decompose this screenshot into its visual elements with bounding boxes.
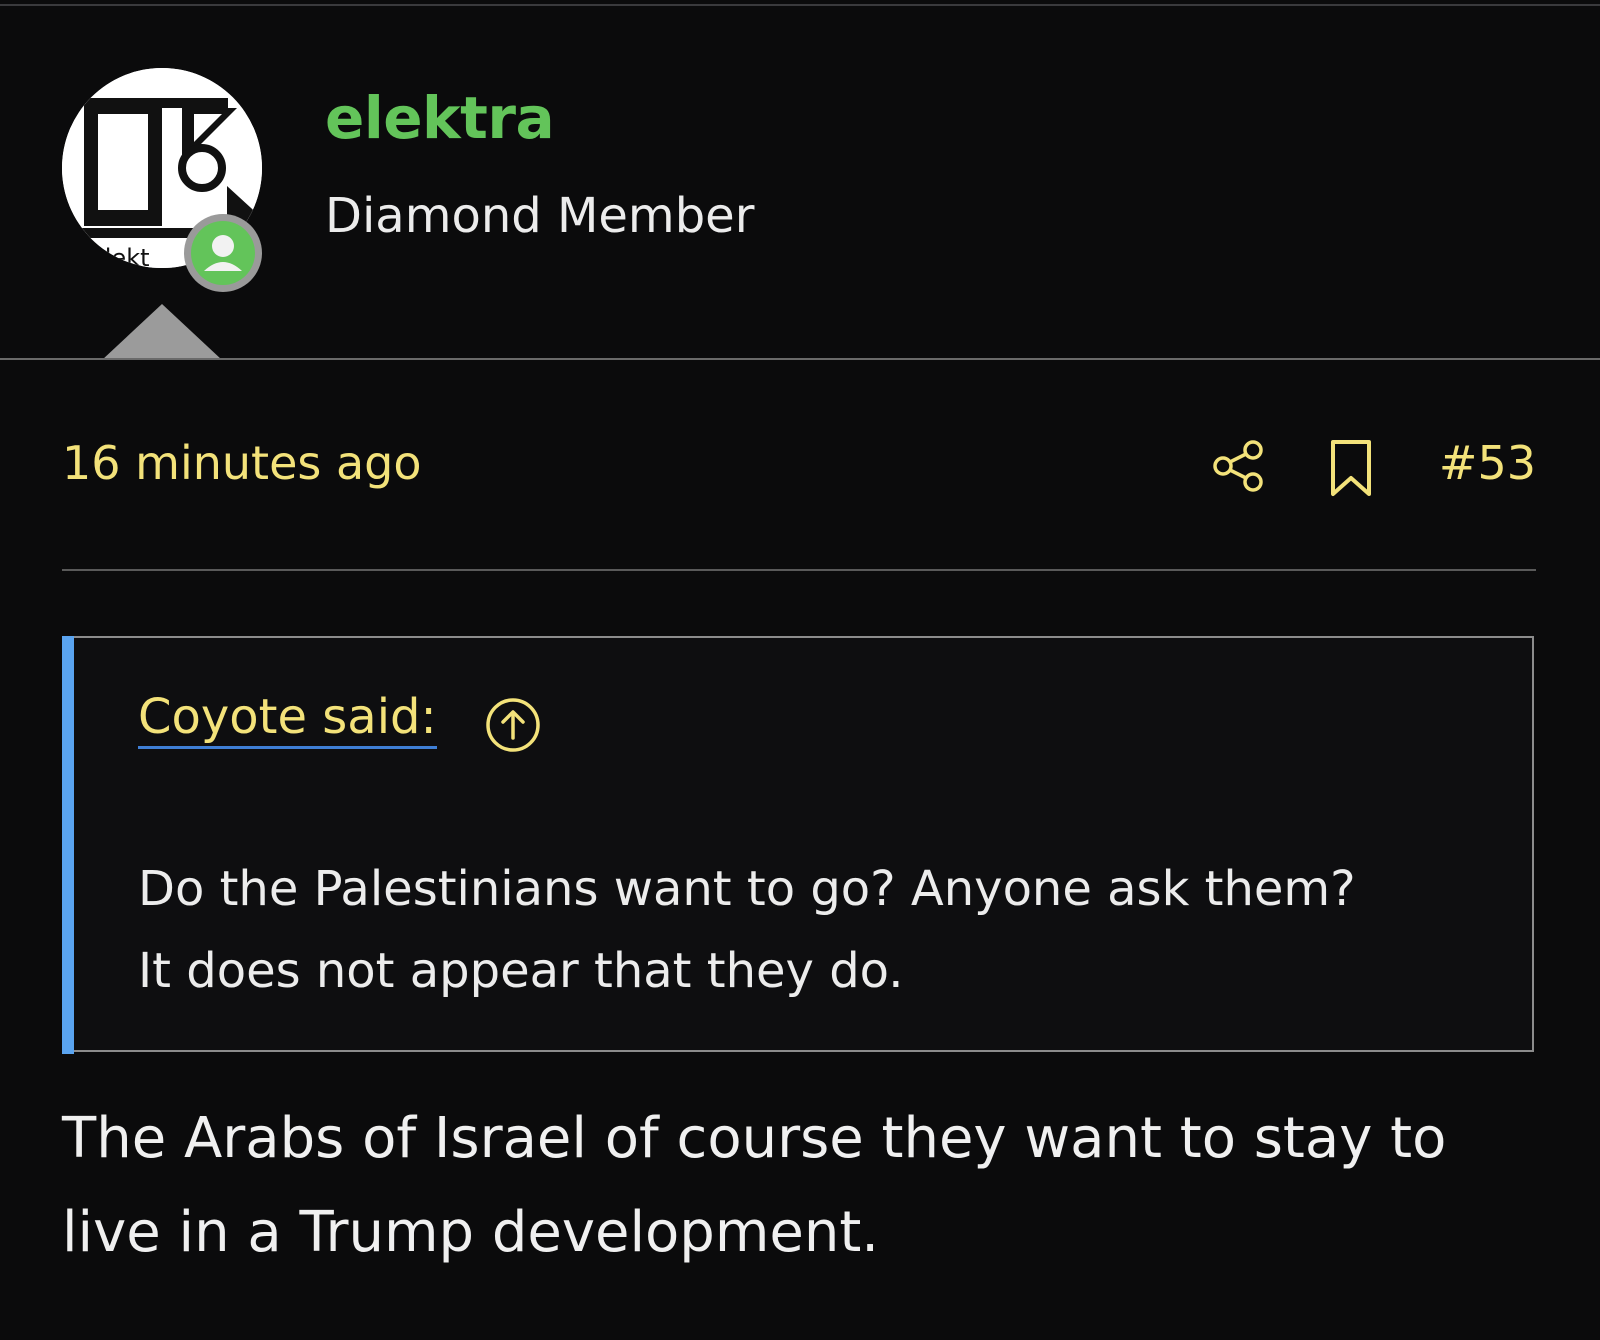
user-title: Diamond Member xyxy=(325,188,755,244)
post-number-link[interactable]: #53 xyxy=(1439,436,1536,490)
username-link[interactable]: elektra xyxy=(325,84,555,152)
quote-line: It does not appear that they do. xyxy=(138,943,904,999)
header-pointer-arrow xyxy=(102,304,222,360)
post-body: The Arabs of Israel of course they want … xyxy=(62,1092,1562,1280)
post-body-line: live in a Trump development. xyxy=(62,1200,880,1265)
meta-divider xyxy=(62,569,1536,571)
quote-author-link[interactable]: Coyote said: xyxy=(138,688,437,749)
quote-block: Coyote said: Do the Palestinians want to… xyxy=(62,636,1534,1054)
post-body-line: The Arabs of Israel of course they want … xyxy=(62,1106,1447,1171)
quote-line: Do the Palestinians want to go? Anyone a… xyxy=(138,861,1356,917)
header-divider xyxy=(0,358,1600,360)
svg-text:elekt: elekt xyxy=(90,244,150,268)
quote-accent-bar xyxy=(62,636,74,1054)
quote-text: Do the Palestinians want to go? Anyone a… xyxy=(138,848,1508,1012)
online-status-badge xyxy=(184,214,262,292)
post-user-header: elekt elektra Diamond Member xyxy=(0,6,1600,364)
online-user-icon xyxy=(204,235,242,271)
post-timestamp[interactable]: 16 minutes ago xyxy=(62,436,422,490)
post-meta-bar: 16 minutes ago #53 xyxy=(62,430,1536,510)
arrow-up-circle-icon[interactable] xyxy=(484,696,542,754)
bookmark-icon[interactable] xyxy=(1326,438,1376,498)
share-icon[interactable] xyxy=(1210,438,1266,494)
